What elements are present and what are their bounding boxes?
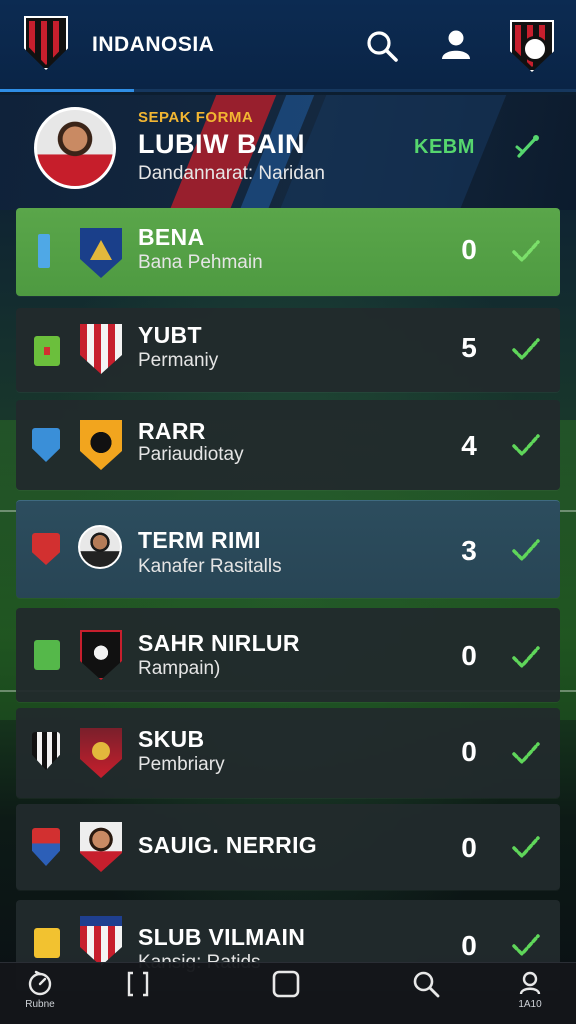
status-indicator (32, 828, 60, 866)
list-item[interactable]: SKUB Pembriary 0 (16, 708, 560, 798)
player-profile-banner[interactable]: SEPAK FORMA LUBIW BAIN Dandannarat: Nari… (0, 95, 576, 210)
team-score: 3 (461, 535, 477, 566)
list-item-selected[interactable]: TERM RIMI Kanafer Rasitalls 3 (16, 500, 560, 598)
timer-icon (28, 970, 52, 996)
square-icon (272, 970, 300, 998)
team-subtitle: Permaniy (138, 350, 219, 371)
check-icon[interactable] (510, 834, 542, 860)
team-list: BENA Bana Pehmain 0 YUBT Permaniy 5 RARR… (16, 208, 560, 990)
nav-item-timer[interactable]: Rubne (10, 969, 70, 1019)
nav-item-search[interactable] (396, 969, 456, 1019)
search-icon (413, 971, 440, 998)
team-score: 0 (461, 736, 477, 767)
list-item[interactable]: RARR Pariaudiotay 4 (16, 400, 560, 490)
team-logo (80, 324, 122, 374)
team-subtitle: Rampain) (138, 658, 221, 679)
team-name: TERM RIMI (138, 527, 261, 553)
club-crest-logo[interactable] (24, 16, 68, 70)
list-item[interactable]: BENA Bana Pehmain 0 (16, 208, 560, 296)
profile-kicker: SEPAK FORMA (138, 109, 254, 126)
status-indicator (32, 428, 60, 462)
search-icon (367, 31, 398, 62)
profile-icon (519, 971, 541, 995)
check-icon[interactable] (510, 537, 542, 563)
bottom-navigation: Rubne 1A10 (0, 962, 576, 1024)
search-button[interactable] (362, 26, 402, 66)
team-logo (80, 420, 122, 470)
team-subtitle: Pembriary (138, 754, 225, 775)
team-logo (80, 630, 122, 680)
check-icon[interactable] (510, 644, 542, 670)
team-score: 5 (461, 332, 477, 363)
team-name: RARR (138, 418, 206, 444)
team-subtitle: Bana Pehmain (138, 252, 263, 273)
status-indicator (32, 732, 60, 770)
team-name: SLUB VILMAIN (138, 924, 306, 950)
team-logo (80, 916, 122, 966)
list-item[interactable]: YUBT Permaniy 5 (16, 308, 560, 392)
status-indicator (32, 533, 60, 565)
check-icon[interactable] (510, 238, 542, 264)
bracket-icon (127, 971, 149, 997)
team-logo (80, 228, 122, 278)
status-indicator (34, 336, 60, 366)
list-item[interactable]: SAHR NIRLUR Rampain) 0 (16, 608, 560, 702)
team-score: 0 (461, 234, 477, 265)
player-name: LUBIW BAIN (138, 129, 305, 159)
check-icon[interactable] (510, 432, 542, 458)
nav-label: 1A10 (518, 999, 542, 1010)
check-icon[interactable] (510, 932, 542, 958)
app-title: INDANOSIA (92, 33, 215, 56)
team-logo (80, 728, 122, 778)
status-indicator (34, 640, 60, 670)
team-subtitle: Pariaudiotay (138, 444, 244, 465)
list-item[interactable]: SAUIG. NERRIG 0 (16, 804, 560, 890)
top-app-bar: INDANOSIA (0, 0, 576, 92)
player-avatar[interactable] (34, 107, 116, 189)
pencil-icon[interactable] (512, 131, 542, 161)
team-name: SAUIG. NERRIG (138, 832, 317, 858)
profile-button[interactable] (436, 24, 476, 64)
team-score: 4 (461, 430, 477, 461)
status-indicator (38, 234, 50, 268)
team-subtitle: Kanafer Rasitalls (138, 556, 282, 577)
nav-item-profile[interactable]: 1A10 (500, 969, 560, 1019)
team-score: 0 (461, 640, 477, 671)
check-icon[interactable] (510, 740, 542, 766)
tab-indicator (0, 89, 134, 92)
nav-label: Rubne (25, 999, 55, 1010)
status-indicator (34, 928, 60, 958)
team-name: YUBT (138, 322, 202, 348)
team-score: 0 (461, 832, 477, 863)
check-icon[interactable] (510, 336, 542, 362)
nav-item-home[interactable] (256, 969, 316, 1019)
team-name: SKUB (138, 726, 205, 752)
nav-item-bracket[interactable] (108, 969, 168, 1019)
opponent-crest-logo[interactable] (510, 20, 554, 72)
team-name: SAHR NIRLUR (138, 630, 300, 656)
team-score: 0 (461, 930, 477, 961)
user-icon (442, 30, 470, 59)
player-thumb (80, 822, 122, 872)
team-name: BENA (138, 224, 205, 250)
team-tag: KEBM (414, 136, 475, 158)
player-avatar (78, 525, 122, 569)
player-subtitle: Dandannarat: Naridan (138, 163, 325, 184)
